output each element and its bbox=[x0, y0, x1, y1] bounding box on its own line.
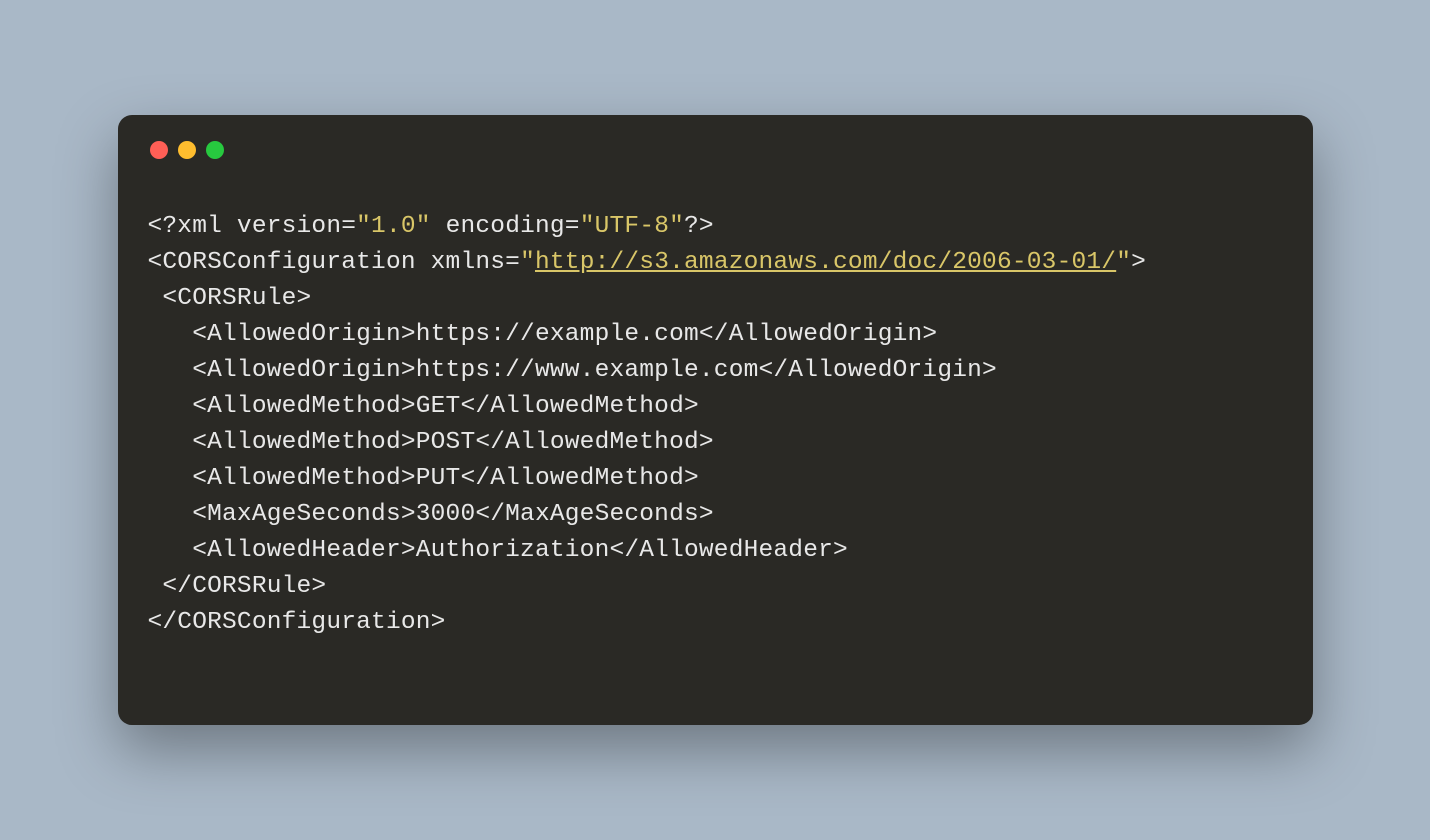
code-line-2: <CORSConfiguration xmlns="http://s3.amaz… bbox=[148, 249, 1147, 276]
code-line-4: <AllowedOrigin>https://example.com</Allo… bbox=[148, 321, 938, 348]
code-line-1: <?xml version="1.0" encoding="UTF-8"?> bbox=[148, 213, 714, 240]
code-window: <?xml version="1.0" encoding="UTF-8"?> <… bbox=[118, 115, 1313, 725]
code-content: <?xml version="1.0" encoding="UTF-8"?> <… bbox=[148, 209, 1283, 641]
minimize-icon[interactable] bbox=[178, 141, 196, 159]
code-line-8: <AllowedMethod>PUT</AllowedMethod> bbox=[148, 465, 699, 492]
code-line-5: <AllowedOrigin>https://www.example.com</… bbox=[148, 357, 997, 384]
code-line-6: <AllowedMethod>GET</AllowedMethod> bbox=[148, 393, 699, 420]
code-line-7: <AllowedMethod>POST</AllowedMethod> bbox=[148, 429, 714, 456]
code-line-9: <MaxAgeSeconds>3000</MaxAgeSeconds> bbox=[148, 501, 714, 528]
code-line-12: </CORSConfiguration> bbox=[148, 609, 446, 636]
window-controls bbox=[148, 141, 1283, 159]
code-line-11: </CORSRule> bbox=[148, 573, 327, 600]
code-line-10: <AllowedHeader>Authorization</AllowedHea… bbox=[148, 537, 848, 564]
code-line-3: <CORSRule> bbox=[148, 285, 312, 312]
close-icon[interactable] bbox=[150, 141, 168, 159]
maximize-icon[interactable] bbox=[206, 141, 224, 159]
